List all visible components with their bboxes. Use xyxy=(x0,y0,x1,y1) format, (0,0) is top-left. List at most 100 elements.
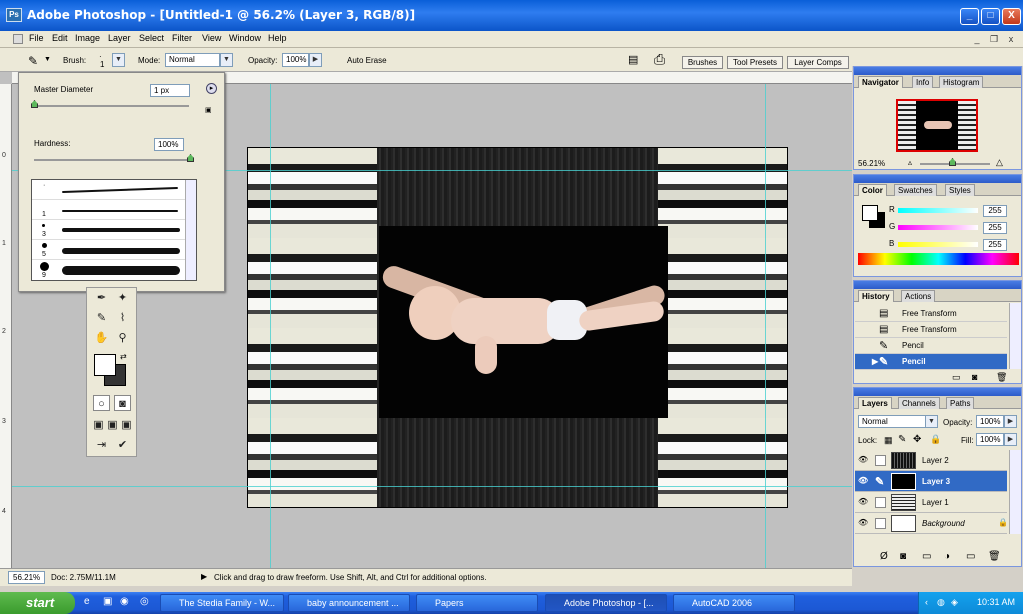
visibility-eye-icon[interactable]: 👁 xyxy=(858,519,868,527)
visibility-eye-icon[interactable]: 👁 xyxy=(858,456,868,464)
menu-select[interactable]: Select xyxy=(139,33,164,43)
layer-opacity-slider-button[interactable]: ▶ xyxy=(1004,415,1017,428)
menu-window[interactable]: Window xyxy=(229,33,261,43)
brush-row[interactable]: 1 xyxy=(32,200,186,220)
brush-list-scrollbar[interactable] xyxy=(185,180,196,280)
opacity-slider-button[interactable]: ▶ xyxy=(309,53,322,67)
standard-mode-icon[interactable]: ○ xyxy=(93,395,110,411)
menu-edit[interactable]: Edit xyxy=(52,33,68,43)
opacity-input[interactable]: 100% xyxy=(282,53,309,67)
well-tab-brushes[interactable]: Brushes xyxy=(682,56,723,69)
task-button-active[interactable]: Adobe Photoshop - [... xyxy=(545,594,667,612)
custom-shape-tool-icon[interactable]: ✦ xyxy=(114,290,131,306)
menu-filter[interactable]: Filter xyxy=(172,33,192,43)
save-brush-icon[interactable]: ▣ xyxy=(205,106,212,114)
brush-row[interactable]: · xyxy=(32,180,186,200)
well-tab-tool-presets[interactable]: Tool Presets xyxy=(727,56,783,69)
brush-picker-button[interactable]: ▼ xyxy=(112,53,125,67)
screen-mode-full-icon[interactable]: ▣ xyxy=(118,417,135,433)
tab-info[interactable]: Info xyxy=(912,76,934,88)
hand-tool-icon[interactable]: ✋ xyxy=(93,330,110,346)
doc-restore-button[interactable]: ❐ xyxy=(987,32,1001,46)
mode-dropdown-icon[interactable]: ▼ xyxy=(220,53,233,67)
layer-name[interactable]: Layer 3 xyxy=(922,477,950,486)
brush-menu-icon[interactable]: ▸ xyxy=(206,83,217,94)
vertical-ruler[interactable]: 0 1 2 3 4 xyxy=(0,84,12,568)
visibility-eye-icon[interactable]: 👁 xyxy=(858,477,868,485)
diameter-slider-thumb[interactable] xyxy=(31,100,38,108)
pen-tool-icon[interactable]: ✒ xyxy=(93,290,110,306)
palette-grip[interactable] xyxy=(854,67,1021,75)
zoom-in-icon[interactable]: △ xyxy=(996,157,1003,168)
fill-input[interactable]: 100% xyxy=(976,433,1004,446)
task-button[interactable]: AutoCAD 2006 xyxy=(673,594,795,612)
navigator-zoom-thumb[interactable] xyxy=(949,158,956,166)
layer-style-icon[interactable]: Ø xyxy=(880,551,888,562)
lock-all-icon[interactable]: 🔒 xyxy=(930,434,941,445)
brush-row[interactable]: 3 xyxy=(32,220,186,240)
history-item[interactable]: ✎ Pencil xyxy=(855,338,1007,354)
tray-expand-icon[interactable]: ‹ xyxy=(925,597,928,607)
layer-row-selected[interactable]: 👁 ✎ Layer 3 xyxy=(855,471,1007,492)
snapshot-icon[interactable]: ◙ xyxy=(972,372,977,382)
tab-history[interactable]: History xyxy=(858,290,894,302)
desktop-quicklaunch-icon[interactable]: ▣ xyxy=(103,596,112,607)
layer-name[interactable]: Background xyxy=(922,519,965,528)
doc-size-info[interactable]: Doc: 2.75M/11.1M xyxy=(51,573,116,582)
r-value-input[interactable]: 255 xyxy=(983,205,1007,217)
pencil-tool-icon[interactable]: ✎ xyxy=(28,54,38,68)
g-slider[interactable] xyxy=(898,225,978,230)
foreground-color-swatch[interactable] xyxy=(94,354,116,376)
b-slider[interactable] xyxy=(898,242,978,247)
layer-mask-icon[interactable]: ◙ xyxy=(900,551,906,562)
task-button[interactable]: baby announcement ... xyxy=(288,594,410,612)
menu-view[interactable]: View xyxy=(202,33,221,43)
hardness-slider-thumb[interactable] xyxy=(187,154,194,162)
history-item-selected[interactable]: ▶ ✎ Pencil xyxy=(855,354,1007,370)
b-value-input[interactable]: 255 xyxy=(983,239,1007,251)
adjustment-layer-icon[interactable]: ◑ xyxy=(944,551,950,562)
edit-in-imageready-icon[interactable]: ✔ xyxy=(114,437,131,453)
tool-preset-dropdown-icon[interactable]: ▼ xyxy=(44,56,51,63)
document-canvas[interactable] xyxy=(247,147,788,508)
jump-to-imageready-icon[interactable]: ⇥ xyxy=(93,437,110,453)
tab-color[interactable]: Color xyxy=(858,184,887,196)
security-icon[interactable]: ◈ xyxy=(951,597,958,608)
network-icon[interactable]: ◍ xyxy=(937,597,945,608)
notes-tool-icon[interactable]: ✎ xyxy=(93,310,110,326)
task-button[interactable]: The Stedia Family - W... xyxy=(160,594,284,612)
diameter-slider[interactable] xyxy=(34,105,189,107)
brush-row[interactable]: 9 xyxy=(32,260,186,280)
layer-row[interactable]: 👁 Layer 2 xyxy=(855,450,1007,471)
menu-help[interactable]: Help xyxy=(268,33,287,43)
trash-icon[interactable]: 🗑 xyxy=(996,372,1007,383)
tab-paths[interactable]: Paths xyxy=(946,397,975,409)
layer-opacity-input[interactable]: 100% xyxy=(976,415,1004,428)
blend-mode-select[interactable]: Normal xyxy=(858,415,926,428)
new-group-icon[interactable]: ▭ xyxy=(922,551,931,562)
menu-file[interactable]: File xyxy=(29,33,44,43)
task-button[interactable]: Papers xyxy=(416,594,538,612)
color-spectrum[interactable] xyxy=(858,253,1019,265)
quicklaunch-icon[interactable]: ◎ xyxy=(140,596,149,607)
maximize-button[interactable]: □ xyxy=(981,8,1000,25)
eyedropper-tool-icon[interactable]: ⌇ xyxy=(114,310,131,326)
layer-link-box[interactable] xyxy=(875,518,886,529)
lock-image-icon[interactable]: ✎ xyxy=(898,434,906,445)
g-value-input[interactable]: 255 xyxy=(983,222,1007,234)
well-tab-layer-comps[interactable]: Layer Comps xyxy=(787,56,849,69)
tab-layers[interactable]: Layers xyxy=(858,397,892,409)
swap-colors-icon[interactable]: ⇄ xyxy=(120,352,127,361)
start-button[interactable]: start xyxy=(0,592,75,614)
tab-styles[interactable]: Styles xyxy=(945,184,975,196)
tab-swatches[interactable]: Swatches xyxy=(894,184,937,196)
layer-name[interactable]: Layer 1 xyxy=(922,498,949,507)
menu-image[interactable]: Image xyxy=(75,33,100,43)
layer-row[interactable]: 👁 Background 🔒 xyxy=(855,513,1008,534)
doc-close-button[interactable]: x xyxy=(1004,32,1018,46)
palette-grip[interactable] xyxy=(854,281,1021,289)
print-icon[interactable]: ⎙ xyxy=(654,51,665,68)
minimize-button[interactable]: _ xyxy=(960,8,979,25)
history-item[interactable]: ▤ Free Transform xyxy=(855,322,1007,338)
history-scrollbar[interactable] xyxy=(1009,303,1021,369)
